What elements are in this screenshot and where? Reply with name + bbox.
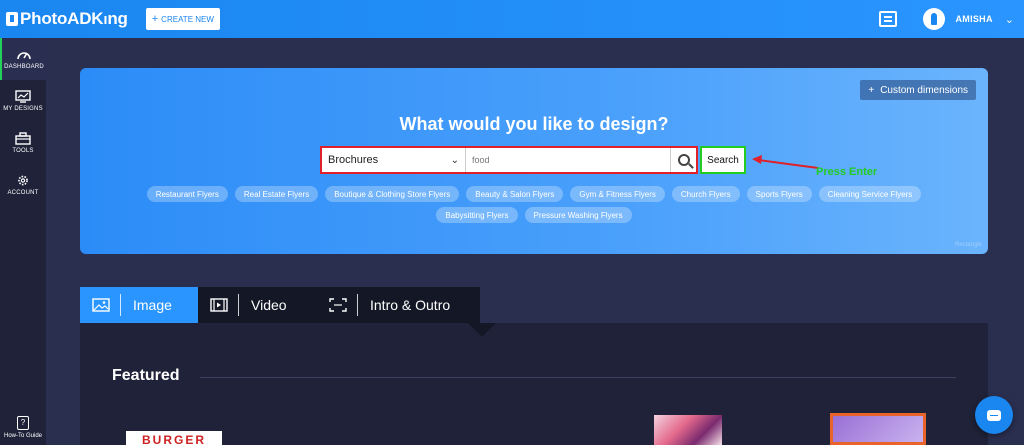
custom-dimensions-label: Custom dimensions [880, 84, 968, 96]
hero-title: What would you like to design? [399, 114, 669, 134]
create-new-label: CREATE NEW [161, 14, 214, 24]
thumbnail-image [833, 416, 923, 442]
featured-panel: Featured BURGER [80, 323, 988, 445]
tab-image-label: Image [133, 297, 172, 313]
intro-outro-icon [329, 298, 347, 312]
user-icon [931, 13, 938, 25]
section-title: Featured [112, 367, 180, 384]
chip-real-estate-flyers[interactable]: Real Estate Flyers [234, 186, 319, 202]
monitor-chart-icon [15, 90, 31, 103]
logo-icon [6, 12, 18, 26]
template-thumbnail-burger[interactable]: BURGER [126, 431, 222, 445]
user-area: AMISHA ⌄ [879, 0, 1014, 38]
sidebar-item-dashboard[interactable]: DASHBOARD [0, 38, 46, 80]
top-bar: PhotoADK ı ng + CREATE NEW AMISHA ⌄ [0, 0, 1024, 38]
category-chips: Restaurant Flyers Real Estate Flyers Bou… [120, 186, 948, 223]
sidebar-item-label: ACCOUNT [7, 190, 39, 196]
avatar[interactable] [923, 8, 946, 30]
film-icon [210, 298, 228, 312]
sidebar-item-label: DASHBOARD [4, 64, 44, 70]
sidebar-item-my-designs[interactable]: MY DESIGNS [0, 80, 46, 122]
category-select[interactable]: Brochures ⌄ [322, 148, 466, 172]
divider [200, 377, 956, 378]
sidebar-item-label: TOOLS [12, 148, 34, 154]
image-icon [92, 298, 110, 312]
chevron-down-icon[interactable]: ⌄ [1005, 13, 1014, 26]
gear-icon [18, 175, 28, 186]
annotation-arrow-icon [752, 155, 819, 169]
sidebar-item-label: MY DESIGNS [3, 106, 43, 112]
panel-notch [468, 323, 496, 337]
chip-restaurant-flyers[interactable]: Restaurant Flyers [146, 186, 228, 202]
search-bar: Brochures ⌄ food [320, 146, 698, 174]
category-select-value: Brochures [328, 154, 379, 166]
custom-dimensions-button[interactable]: + Custom dimensions [860, 80, 976, 100]
chip-cleaning-service-flyers[interactable]: Cleaning Service Flyers [818, 186, 922, 202]
sidebar-item-tools[interactable]: TOOLS [0, 122, 46, 164]
sidebar: DASHBOARD MY DESIGNS TOOLS ACCOUNT ? How… [0, 38, 46, 445]
plus-icon: + [868, 84, 875, 96]
tab-divider [120, 294, 121, 316]
chip-church-flyers[interactable]: Church Flyers [671, 186, 740, 202]
how-to-guide-label: How-To Guide [3, 432, 42, 439]
chip-pressure-washing-flyers[interactable]: Pressure Washing Flyers [524, 207, 632, 223]
tab-image[interactable]: Image [80, 287, 198, 323]
watermark-label: Rectangle [954, 242, 982, 248]
tab-video-label: Video [251, 297, 287, 313]
chip-babysitting-flyers[interactable]: Babysitting Flyers [436, 207, 518, 223]
media-tabs: Image Video Intro & Outro [80, 287, 480, 323]
chip-boutique-flyers[interactable]: Boutique & Clothing Store Flyers [325, 186, 460, 202]
search-button[interactable]: Search [700, 146, 746, 174]
chip-beauty-salon-flyers[interactable]: Beauty & Salon Flyers [466, 186, 564, 202]
tab-video[interactable]: Video [198, 287, 317, 323]
username[interactable]: AMISHA [955, 14, 992, 24]
annotation-text: Press Enter [816, 166, 878, 178]
chat-icon [987, 409, 1001, 421]
logo-text: PhotoADK [20, 9, 104, 28]
chat-button[interactable] [975, 396, 1013, 434]
messages-icon[interactable] [879, 11, 898, 27]
search-icon-button[interactable] [670, 148, 696, 172]
logo-text-tail: ng [107, 9, 128, 28]
chip-sports-flyers[interactable]: Sports Flyers [746, 186, 812, 202]
sidebar-item-account[interactable]: ACCOUNT [0, 164, 46, 206]
toolbox-icon [15, 132, 31, 145]
template-thumbnail-flowers[interactable] [654, 415, 722, 445]
tab-divider [357, 294, 358, 316]
tab-divider [238, 294, 239, 316]
search-input[interactable]: food [466, 155, 670, 165]
create-new-button[interactable]: + CREATE NEW [145, 8, 220, 30]
tab-intro-outro[interactable]: Intro & Outro [317, 287, 480, 323]
plus-icon: + [151, 13, 159, 25]
tab-intro-outro-label: Intro & Outro [370, 297, 451, 313]
logo[interactable]: PhotoADK ı ng [6, 9, 128, 29]
search-icon [677, 154, 690, 166]
question-icon: ? [17, 415, 29, 430]
design-search-hero: + Custom dimensions What would you like … [80, 68, 988, 254]
chevron-down-icon: ⌄ [450, 154, 459, 166]
how-to-guide-button[interactable]: ? How-To Guide [0, 409, 46, 445]
dashboard-gauge-icon [17, 52, 31, 60]
chip-gym-fitness-flyers[interactable]: Gym & Fitness Flyers [570, 186, 665, 202]
template-thumbnail-purple[interactable] [830, 413, 926, 445]
